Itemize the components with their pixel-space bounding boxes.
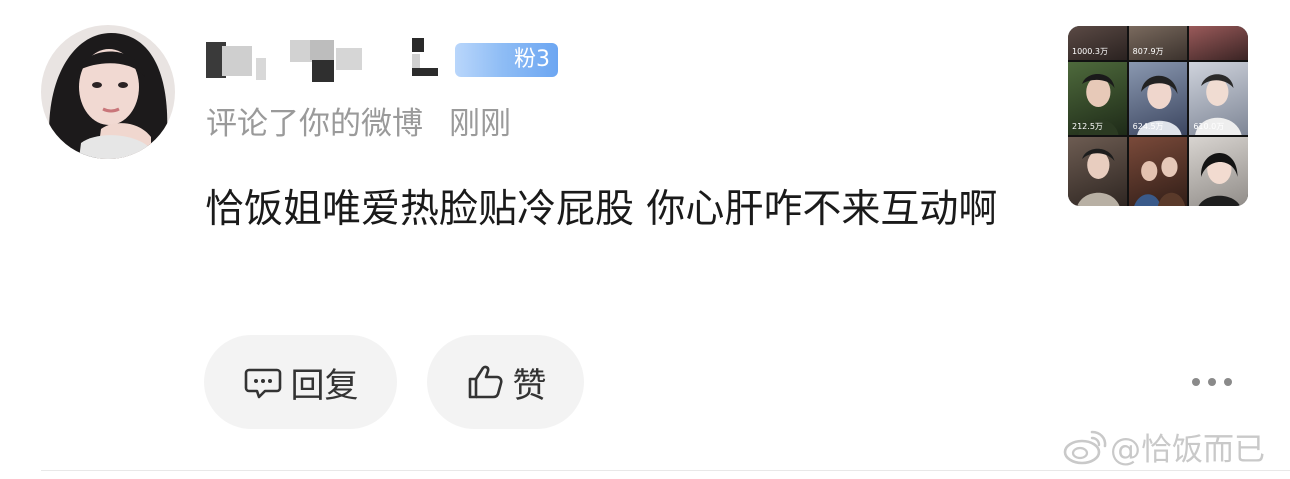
- more-options-icon[interactable]: [1192, 372, 1232, 392]
- thumb-cell: 1000.3万: [1068, 26, 1127, 60]
- avatar-image: [41, 25, 175, 159]
- weibo-logo-icon: [1063, 430, 1107, 465]
- thumb-cell: [1068, 137, 1127, 206]
- thumb-cell: 807.9万: [1128, 26, 1188, 60]
- thumb-cell: [1189, 26, 1248, 60]
- comment-bubble-icon: [243, 362, 283, 402]
- like-label: 赞: [512, 365, 547, 406]
- reply-button[interactable]: 回复: [204, 335, 397, 429]
- action-text: 评论了你的微博: [206, 106, 423, 142]
- timestamp: 刚刚: [449, 106, 511, 142]
- avatar[interactable]: [41, 25, 175, 159]
- username-redacted: [206, 38, 438, 82]
- thumb-cell: 624.5万: [1128, 62, 1188, 135]
- weibo-watermark: @恰饭而已: [1062, 424, 1265, 468]
- thumb-cell: [1189, 137, 1248, 206]
- comment-notification: 粉3 评论了你的微博 刚刚 恰饭姐唯爱热脸贴冷屁股 你心肝咋不来互动啊 回复 赞 …: [0, 0, 1290, 479]
- comment-text: 恰饭姐唯爱热脸贴冷屁股 你心肝咋不来互动啊: [205, 187, 998, 232]
- reply-label: 回复: [290, 365, 359, 406]
- fan-level-badge: 粉3: [455, 43, 558, 77]
- weibo-thumbnail[interactable]: 1000.3万 807.9万 212.5万 624.5万 610.0万: [1068, 26, 1248, 206]
- like-button[interactable]: 赞: [427, 335, 584, 429]
- thumb-cell: 212.5万: [1068, 62, 1127, 135]
- thumb-cell: 610.0万: [1189, 62, 1248, 135]
- thumb-cell: [1128, 137, 1188, 206]
- thumbs-up-icon: [465, 362, 505, 402]
- watermark-text: @恰饭而已: [1110, 431, 1265, 468]
- divider: [41, 470, 1290, 471]
- comment-meta: 评论了你的微博 刚刚: [206, 104, 511, 144]
